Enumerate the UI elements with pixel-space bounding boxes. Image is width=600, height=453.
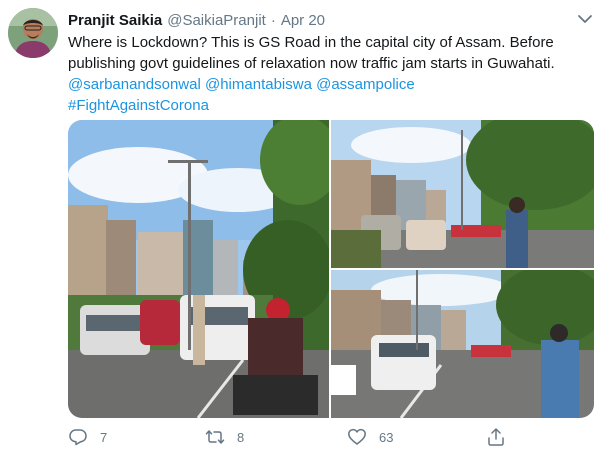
- like-button[interactable]: 63: [347, 425, 393, 449]
- action-bar: 7 8 63: [0, 425, 600, 449]
- author-handle[interactable]: @SaikiaPranjit: [167, 12, 266, 29]
- like-count: 63: [379, 429, 394, 445]
- hashtag-line: #FightAgainstCorona: [68, 95, 588, 116]
- tweet-text: Where is Lockdown? This is GS Road in th…: [68, 32, 588, 116]
- reply-count: 7: [100, 429, 108, 445]
- media-grid: [68, 120, 594, 418]
- chevron-down-icon[interactable]: [576, 10, 594, 28]
- mention-link[interactable]: @assampolice: [316, 76, 415, 93]
- retweet-icon: [205, 430, 225, 444]
- retweet-button[interactable]: 8: [205, 425, 244, 449]
- tweet-date[interactable]: Apr 20: [281, 12, 325, 29]
- photo-road-traffic-wide[interactable]: [68, 120, 329, 418]
- share-icon: [488, 428, 504, 446]
- separator-dot: ·: [270, 11, 276, 29]
- tweet-text-line: Where is Lockdown? This is GS Road in th…: [68, 34, 554, 51]
- hashtag-link[interactable]: #FightAgainstCorona: [68, 97, 209, 114]
- mention-link[interactable]: @sarbanandsonwal: [68, 76, 201, 93]
- share-button[interactable]: [486, 425, 506, 449]
- heart-icon: [348, 428, 366, 445]
- avatar-image: [8, 8, 58, 58]
- reply-icon: [69, 429, 87, 446]
- retweet-count: 8: [237, 429, 245, 445]
- tweet-text-line: publishing govt guidelines of relaxation…: [68, 55, 555, 72]
- tweet-header: Pranjit Saikia @SaikiaPranjit · Apr 20: [68, 10, 325, 30]
- photo-police-checkpoint[interactable]: [331, 120, 594, 268]
- author-name[interactable]: Pranjit Saikia: [68, 12, 162, 29]
- mention-line: @sarbanandsonwal @himantabiswa @assampol…: [68, 74, 588, 95]
- mention-link[interactable]: @himantabiswa: [205, 76, 312, 93]
- photo-road-checkpoint-suv[interactable]: [331, 270, 594, 418]
- reply-button[interactable]: 7: [68, 425, 107, 449]
- avatar[interactable]: [8, 8, 58, 58]
- tweet-card[interactable]: Pranjit Saikia @SaikiaPranjit · Apr 20 W…: [0, 0, 600, 453]
